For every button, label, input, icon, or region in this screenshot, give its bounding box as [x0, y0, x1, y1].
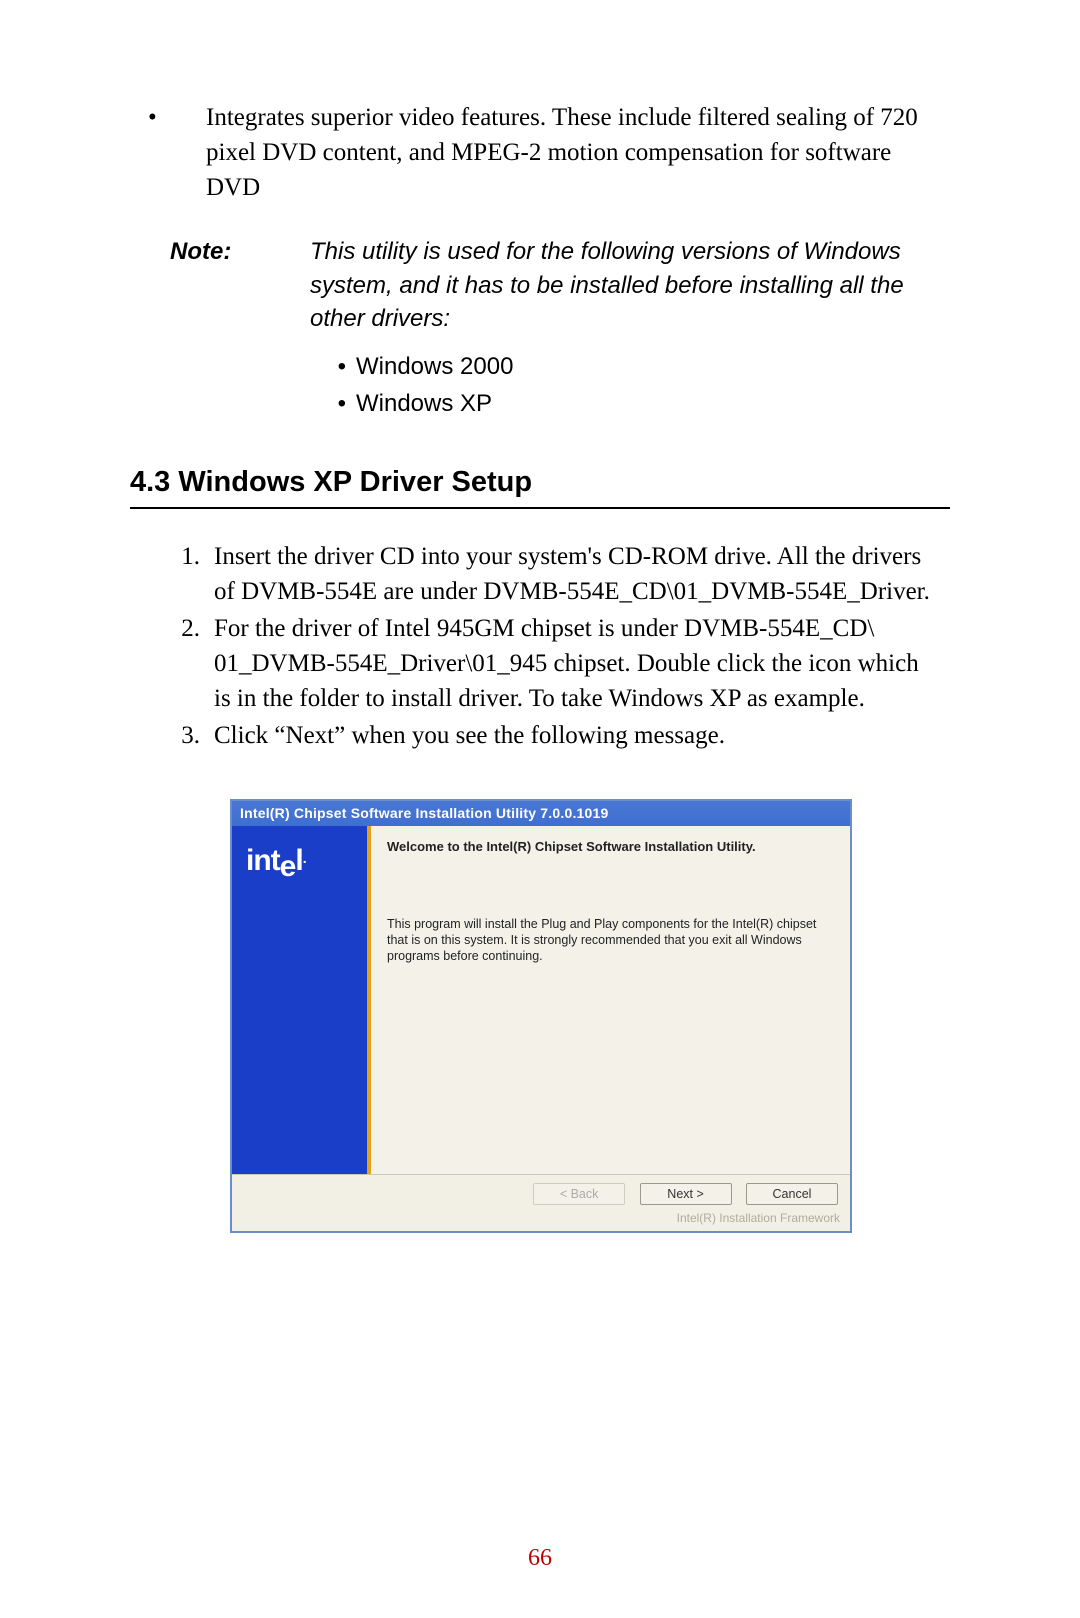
document-page: • Integrates superior video features. Th… — [0, 0, 1080, 1233]
step-text: Insert the driver CD into your system's … — [214, 539, 950, 609]
installer-side-panel: intel. — [232, 826, 371, 1174]
note-text: This utility is used for the following v… — [310, 235, 950, 336]
note-os-text: Windows XP — [356, 385, 492, 422]
installer-main-panel: Welcome to the Intel(R) Chipset Software… — [371, 826, 850, 1174]
step-text: Click “Next” when you see the following … — [214, 718, 950, 753]
intel-logo: intel. — [232, 826, 367, 878]
step-item: 1. Insert the driver CD into your system… — [130, 539, 950, 609]
installer-footer-brand: Intel(R) Installation Framework — [232, 1209, 850, 1231]
note-label: Note: — [130, 235, 310, 336]
note-os-text: Windows 2000 — [356, 348, 513, 385]
setup-steps-list: 1. Insert the driver CD into your system… — [130, 539, 950, 753]
note-os-item: • Windows XP — [130, 385, 950, 422]
step-number: 1. — [130, 539, 214, 609]
installer-welcome-desc: This program will install the Plug and P… — [387, 916, 832, 965]
bullet-marker: • — [130, 100, 206, 205]
step-item: 2. For the driver of Intel 945GM chipset… — [130, 611, 950, 716]
note-os-item: • Windows 2000 — [130, 348, 950, 385]
bullet-item: • Integrates superior video features. Th… — [130, 100, 950, 205]
next-button[interactable]: Next > — [640, 1183, 732, 1205]
intel-logo-post: l — [295, 844, 302, 877]
intel-logo-pre: int — [246, 844, 280, 877]
intel-logo-dot: . — [303, 850, 306, 866]
step-number: 2. — [130, 611, 214, 716]
page-number: 66 — [0, 1545, 1080, 1572]
bullet-marker: • — [130, 385, 356, 422]
step-number: 3. — [130, 718, 214, 753]
cancel-button[interactable]: Cancel — [746, 1183, 838, 1205]
section-heading: 4.3 Windows XP Driver Setup — [130, 466, 950, 509]
installer-button-bar: < Back Next > Cancel — [232, 1174, 850, 1209]
installer-titlebar: Intel(R) Chipset Software Installation U… — [232, 801, 850, 826]
bullet-marker: • — [130, 348, 356, 385]
installer-welcome-title: Welcome to the Intel(R) Chipset Software… — [387, 838, 832, 856]
bullet-text: Integrates superior video features. Thes… — [206, 100, 950, 205]
step-text: For the driver of Intel 945GM chipset is… — [214, 611, 950, 716]
intel-logo-drop: e — [280, 850, 296, 884]
note-block: Note: This utility is used for the follo… — [130, 235, 950, 422]
step-item: 3. Click “Next” when you see the followi… — [130, 718, 950, 753]
back-button: < Back — [533, 1183, 625, 1205]
installer-window: Intel(R) Chipset Software Installation U… — [230, 799, 852, 1233]
installer-body: intel. Welcome to the Intel(R) Chipset S… — [232, 826, 850, 1174]
